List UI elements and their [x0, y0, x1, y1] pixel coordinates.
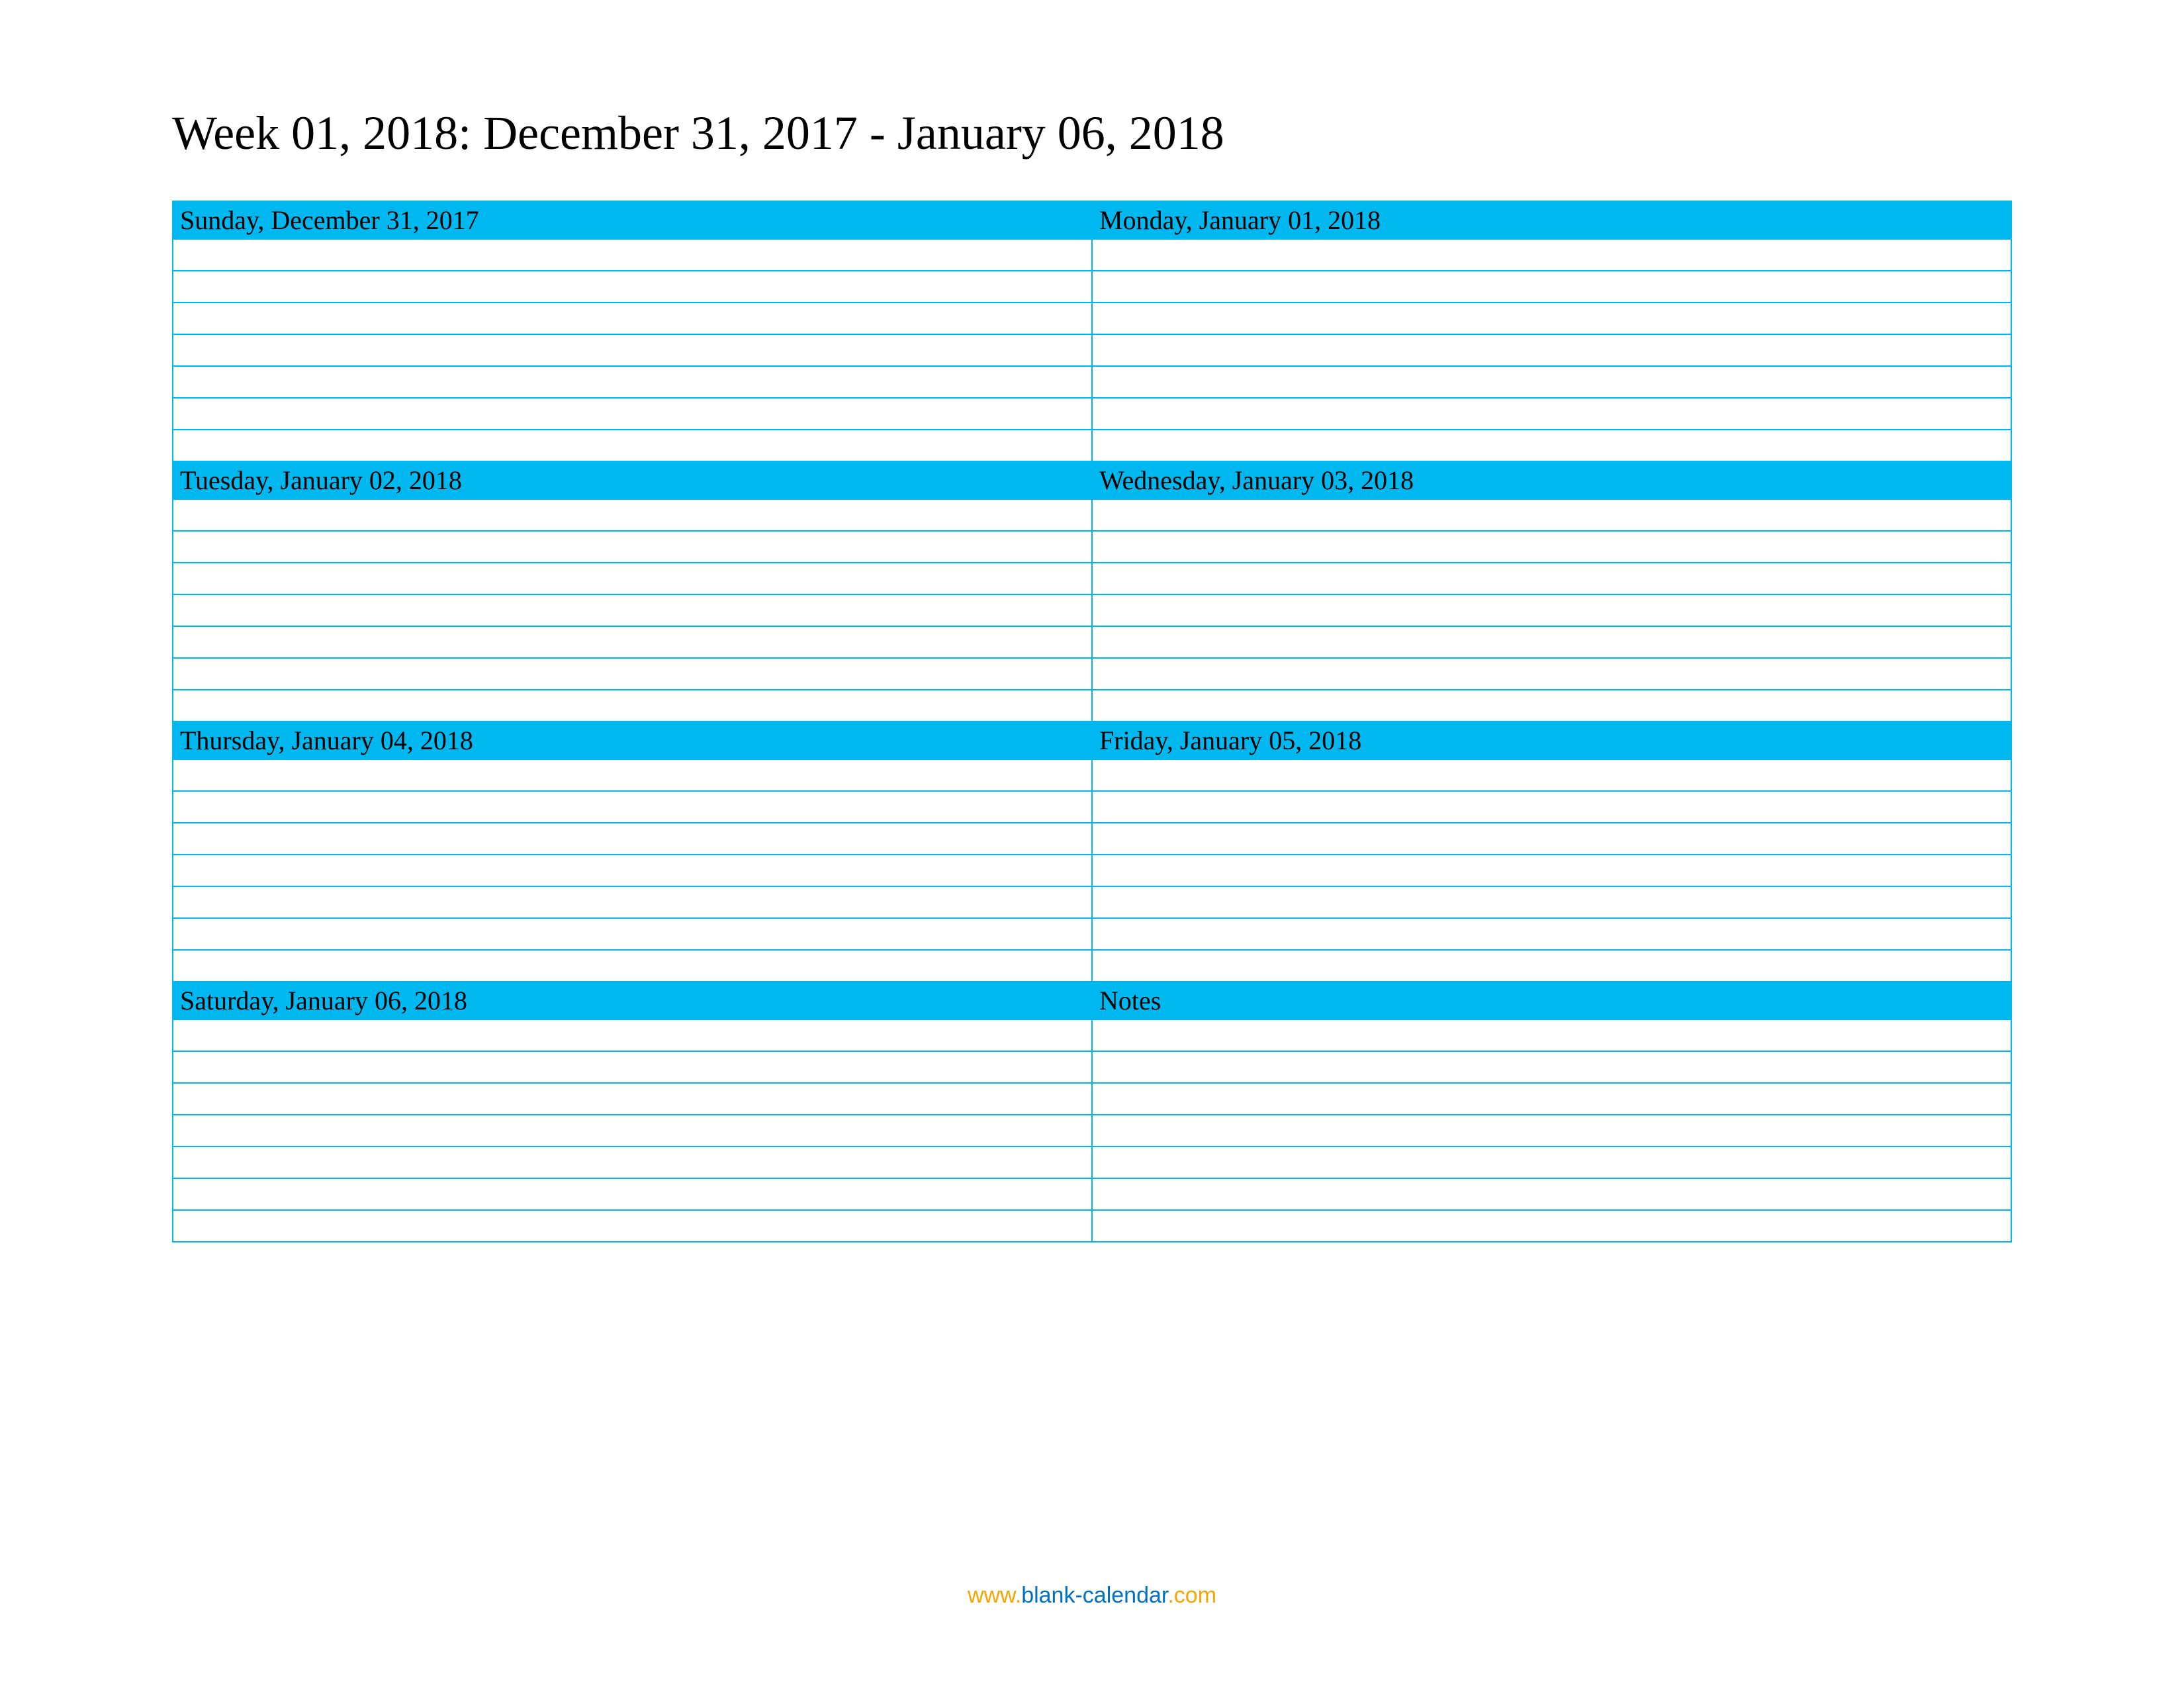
- entry-line[interactable]: [173, 334, 1092, 366]
- entry-line[interactable]: [1092, 430, 2011, 461]
- day-header-left: Tuesday, January 02, 2018: [173, 461, 1092, 499]
- entry-line[interactable]: [1092, 499, 2011, 531]
- entry-line[interactable]: [173, 626, 1092, 658]
- entry-line[interactable]: [1092, 823, 2011, 855]
- entry-line[interactable]: [1092, 658, 2011, 690]
- day-header-right: Monday, January 01, 2018: [1092, 201, 2011, 239]
- entry-line[interactable]: [173, 271, 1092, 303]
- entry-line[interactable]: [1092, 759, 2011, 791]
- day-header-right: Notes: [1092, 982, 2011, 1019]
- entry-line[interactable]: [173, 398, 1092, 430]
- day-header-right: Friday, January 05, 2018: [1092, 722, 2011, 759]
- entry-line[interactable]: [173, 303, 1092, 334]
- entry-line[interactable]: [173, 1115, 1092, 1147]
- entry-line[interactable]: [1092, 626, 2011, 658]
- weekly-planner-table: Sunday, December 31, 2017Monday, January…: [172, 201, 2012, 1243]
- entry-line[interactable]: [173, 759, 1092, 791]
- entry-line[interactable]: [173, 1083, 1092, 1115]
- entry-line[interactable]: [1092, 690, 2011, 722]
- entry-line[interactable]: [173, 563, 1092, 594]
- entry-line[interactable]: [173, 791, 1092, 823]
- entry-line[interactable]: [1092, 334, 2011, 366]
- entry-line[interactable]: [1092, 594, 2011, 626]
- entry-line[interactable]: [173, 823, 1092, 855]
- entry-line[interactable]: [173, 594, 1092, 626]
- day-header-left: Thursday, January 04, 2018: [173, 722, 1092, 759]
- entry-line[interactable]: [1092, 1210, 2011, 1242]
- day-header-left: Sunday, December 31, 2017: [173, 201, 1092, 239]
- entry-line[interactable]: [173, 430, 1092, 461]
- entry-line[interactable]: [1092, 1083, 2011, 1115]
- day-header-right: Wednesday, January 03, 2018: [1092, 461, 2011, 499]
- footer-www: www.: [968, 1583, 1021, 1608]
- entry-line[interactable]: [173, 690, 1092, 722]
- entry-line[interactable]: [173, 658, 1092, 690]
- entry-line[interactable]: [1092, 239, 2011, 271]
- day-header-left: Saturday, January 06, 2018: [173, 982, 1092, 1019]
- page-title: Week 01, 2018: December 31, 2017 - Janua…: [172, 106, 2012, 161]
- entry-line[interactable]: [1092, 1019, 2011, 1051]
- entry-line[interactable]: [173, 1051, 1092, 1083]
- entry-line[interactable]: [1092, 303, 2011, 334]
- entry-line[interactable]: [1092, 1115, 2011, 1147]
- entry-line[interactable]: [173, 918, 1092, 950]
- footer-domain: blank-calendar: [1021, 1583, 1167, 1608]
- entry-line[interactable]: [173, 855, 1092, 886]
- entry-line[interactable]: [1092, 563, 2011, 594]
- entry-line[interactable]: [173, 531, 1092, 563]
- entry-line[interactable]: [1092, 950, 2011, 982]
- entry-line[interactable]: [173, 366, 1092, 398]
- entry-line[interactable]: [1092, 855, 2011, 886]
- entry-line[interactable]: [1092, 531, 2011, 563]
- entry-line[interactable]: [1092, 791, 2011, 823]
- entry-line[interactable]: [1092, 1147, 2011, 1178]
- entry-line[interactable]: [1092, 1178, 2011, 1210]
- entry-line[interactable]: [1092, 886, 2011, 918]
- entry-line[interactable]: [173, 1178, 1092, 1210]
- entry-line[interactable]: [173, 1019, 1092, 1051]
- entry-line[interactable]: [1092, 271, 2011, 303]
- entry-line[interactable]: [173, 950, 1092, 982]
- entry-line[interactable]: [173, 886, 1092, 918]
- entry-line[interactable]: [1092, 398, 2011, 430]
- entry-line[interactable]: [1092, 1051, 2011, 1083]
- footer-link[interactable]: www.blank-calendar.com: [0, 1583, 2184, 1609]
- entry-line[interactable]: [173, 499, 1092, 531]
- entry-line[interactable]: [173, 1210, 1092, 1242]
- entry-line[interactable]: [173, 1147, 1092, 1178]
- entry-line[interactable]: [173, 239, 1092, 271]
- entry-line[interactable]: [1092, 366, 2011, 398]
- entry-line[interactable]: [1092, 918, 2011, 950]
- footer-com: .com: [1167, 1583, 1216, 1608]
